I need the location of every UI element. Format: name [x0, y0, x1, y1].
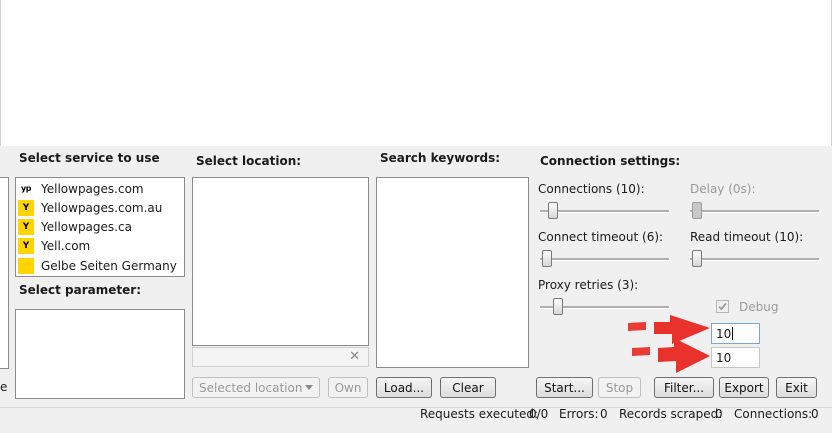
service-label: Yellowpages.ca	[41, 219, 132, 234]
connect-timeout-slider[interactable]	[540, 249, 669, 269]
yellowpages-au-logo-icon: Y	[18, 199, 34, 216]
list-item[interactable]: Gelbe Seiten Germany	[18, 256, 177, 275]
parameter-list[interactable]	[15, 309, 185, 399]
left-cut-text: e	[0, 380, 8, 394]
spin-value-2: 10	[716, 350, 732, 365]
slider-thumb[interactable]	[692, 250, 702, 267]
proxy-retries-label: Proxy retries (3):	[538, 278, 639, 292]
spin-value-1: 10	[716, 326, 732, 341]
text-cursor	[732, 327, 734, 340]
chevron-down-icon	[305, 385, 313, 390]
left-cut-panel	[0, 177, 9, 369]
delay-label: Delay (0s):	[690, 182, 756, 196]
spin-field-1[interactable]: 10	[711, 323, 760, 344]
filter-button[interactable]: Filter...	[654, 377, 714, 398]
service-title: Select service to use	[19, 151, 160, 165]
slider-track	[690, 210, 819, 213]
connections-status-value: 0	[811, 407, 819, 421]
service-label: Gelbe Seiten Germany	[41, 258, 177, 273]
yellowpages-ca-logo-icon: Y	[18, 218, 34, 235]
errors-label: Errors:	[559, 407, 599, 421]
exit-button[interactable]: Exit	[776, 377, 817, 398]
connections-slider[interactable]	[540, 201, 669, 221]
connections-status-label: Connections:	[734, 407, 813, 421]
service-list[interactable]: yp Yellowpages.com Y Yellowpages.com.au …	[15, 177, 185, 277]
parameter-title: Select parameter:	[19, 283, 141, 297]
annotation-arrows	[628, 315, 710, 373]
results-left-border	[0, 0, 1, 146]
clear-button[interactable]: Clear	[440, 377, 496, 398]
own-button[interactable]: Own	[328, 377, 368, 398]
slider-thumb[interactable]	[542, 250, 552, 267]
results-area	[0, 0, 832, 146]
spin-field-2[interactable]: 10	[711, 347, 760, 368]
connection-title: Connection settings:	[540, 154, 681, 168]
list-item[interactable]: Y Yellowpages.ca	[18, 217, 132, 236]
slider-track	[540, 258, 669, 261]
export-button[interactable]: Export	[719, 377, 769, 398]
yellowpages-logo-icon: yp	[18, 180, 34, 197]
debug-label: Debug	[739, 300, 779, 314]
list-item[interactable]: Y Yellowpages.com.au	[18, 198, 162, 217]
list-item[interactable]: Y Yell.com	[18, 236, 90, 255]
slider-track	[690, 258, 819, 261]
gelbe-seiten-logo-icon	[18, 257, 34, 274]
list-item[interactable]: yp Yellowpages.com	[18, 179, 144, 198]
stop-button[interactable]: Stop	[598, 377, 641, 398]
location-title: Select location:	[196, 154, 302, 168]
selected-location-dropdown[interactable]: Selected location	[192, 377, 320, 398]
location-filter-input[interactable]: ✕	[192, 347, 369, 367]
checkmark-icon	[718, 302, 727, 311]
slider-track	[540, 210, 669, 213]
service-label: Yell.com	[41, 238, 91, 253]
requests-value: 0/0	[529, 407, 549, 421]
keywords-title: Search keywords:	[380, 151, 501, 165]
location-list[interactable]	[192, 177, 369, 346]
clear-location-icon[interactable]: ✕	[349, 349, 360, 364]
slider-thumb[interactable]	[548, 202, 558, 219]
connections-label: Connections (10):	[538, 182, 645, 196]
keywords-textarea[interactable]	[376, 177, 529, 368]
read-timeout-label: Read timeout (10):	[690, 230, 804, 244]
records-value: 0	[715, 407, 723, 421]
delay-slider[interactable]	[690, 201, 819, 221]
errors-value: 0	[600, 407, 608, 421]
yell-logo-icon: Y	[18, 237, 34, 254]
dropdown-placeholder: Selected location	[199, 380, 303, 395]
slider-thumb[interactable]	[692, 202, 702, 219]
load-button[interactable]: Load...	[376, 377, 432, 398]
slider-thumb[interactable]	[553, 298, 563, 315]
requests-label: Requests executed:	[420, 407, 539, 421]
records-label: Records scraped:	[619, 407, 723, 421]
red-arrow-icon	[628, 315, 710, 344]
service-label: Yellowpages.com	[41, 181, 144, 196]
connect-timeout-label: Connect timeout (6):	[538, 230, 664, 244]
debug-checkbox[interactable]	[716, 300, 729, 313]
read-timeout-slider[interactable]	[690, 249, 819, 269]
red-arrow-icon	[632, 338, 710, 373]
start-button[interactable]: Start...	[536, 377, 593, 398]
status-bar: Requests executed: 0/0 Errors: 0 Records…	[0, 404, 832, 433]
service-label: Yellowpages.com.au	[41, 200, 163, 215]
